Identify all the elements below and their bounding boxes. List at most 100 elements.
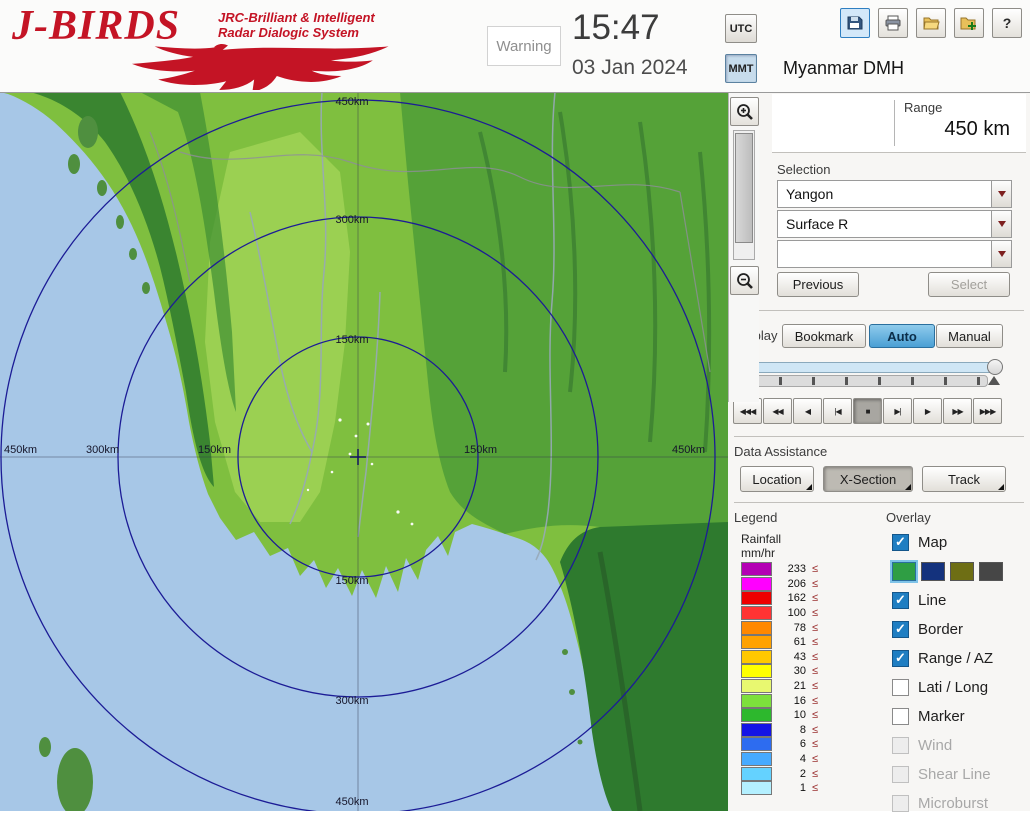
overlay-item-map[interactable]: Map <box>892 528 1028 557</box>
svg-text:?: ? <box>1003 15 1012 31</box>
zoom-in-button[interactable] <box>730 97 759 126</box>
open-folder-button[interactable] <box>916 8 946 38</box>
track-button[interactable]: Track <box>922 466 1006 492</box>
checkbox <box>892 766 909 783</box>
product-dropdown[interactable]: Surface R <box>777 210 1012 238</box>
overlay-item-range-az[interactable]: Range / AZ <box>892 644 1028 673</box>
zoom-out-button[interactable] <box>730 266 759 295</box>
site-dropdown[interactable]: Yangon <box>777 180 1012 208</box>
print-button[interactable] <box>878 8 908 38</box>
svg-text:450km: 450km <box>335 796 368 808</box>
clock-time: 15:47 <box>572 8 660 48</box>
overlay-item-marker[interactable]: Marker <box>892 702 1028 731</box>
map-style-swatch[interactable] <box>979 562 1003 581</box>
step-forward-button[interactable]: ▶| <box>883 398 912 424</box>
save-button[interactable] <box>840 8 870 38</box>
legend-label: Legend <box>734 510 777 525</box>
zoom-strip <box>728 92 759 402</box>
clock-date: 03 Jan 2024 <box>572 56 688 80</box>
checkbox[interactable] <box>892 592 909 609</box>
auto-button[interactable]: Auto <box>869 324 935 348</box>
product-dropdown-arrow[interactable] <box>991 211 1011 237</box>
data-assistance-label: Data Assistance <box>734 444 827 459</box>
extra-dropdown[interactable] <box>777 240 1012 268</box>
checkbox[interactable] <box>892 534 909 551</box>
map-style-swatch[interactable] <box>950 562 974 581</box>
legend-swatch <box>741 781 772 795</box>
overlay-item-label: Microburst <box>918 795 988 812</box>
logo-subtitle-line2: Radar Dialogic System <box>218 25 375 40</box>
legend-row: 2≤ <box>741 766 818 781</box>
svg-text:450km: 450km <box>4 444 37 456</box>
svg-text:450km: 450km <box>672 444 705 456</box>
header-toolbar: ? <box>840 8 1022 38</box>
extra-dropdown-arrow[interactable] <box>991 241 1011 267</box>
mmt-button[interactable]: MMT <box>725 54 757 83</box>
replay-timeline-track[interactable] <box>736 362 1000 373</box>
export-button[interactable] <box>954 8 984 38</box>
zoom-scrollbar-thumb[interactable] <box>735 133 753 243</box>
station-title: Myanmar DMH <box>783 58 904 79</box>
overlay-panel: Map Line Border Range / AZ <box>892 528 1028 818</box>
overlay-item-shear-line: Shear Line <box>892 760 1028 789</box>
legend-swatch <box>741 679 772 693</box>
overlay-item-wind: Wind <box>892 731 1028 760</box>
help-button[interactable]: ? <box>992 8 1022 38</box>
fast-rewind-button[interactable]: ◀◀ <box>763 398 792 424</box>
location-button[interactable]: Location <box>740 466 814 492</box>
step-back-button[interactable]: |◀ <box>823 398 852 424</box>
menu-corner-icon <box>905 484 911 490</box>
radar-map[interactable]: 450km 300km 150km 150km 300km 450km 450k… <box>0 92 728 811</box>
stop-button[interactable]: ■ <box>853 398 882 424</box>
legend-swatch <box>741 621 772 635</box>
manual-button[interactable]: Manual <box>936 324 1003 348</box>
zoom-in-icon <box>735 102 755 122</box>
header-bar: J-BIRDS JRC-Brilliant & Intelligent Rada… <box>0 0 1030 93</box>
map-style-swatch[interactable] <box>892 562 916 581</box>
play-button[interactable]: ▶ <box>913 398 942 424</box>
select-button[interactable]: Select <box>928 272 1010 297</box>
overlay-item-label: Line <box>918 592 946 609</box>
menu-corner-icon <box>998 484 1004 490</box>
legend-row: 6≤ <box>741 737 818 752</box>
skip-to-end-button[interactable]: ▶▶▶ <box>973 398 1002 424</box>
zoom-scrollbar[interactable] <box>733 130 755 260</box>
checkbox[interactable] <box>892 650 909 667</box>
overlay-item-lati-long[interactable]: Lati / Long <box>892 673 1028 702</box>
legend-row: 1≤ <box>741 781 818 796</box>
checkbox[interactable] <box>892 679 909 696</box>
overlay-item-border[interactable]: Border <box>892 615 1028 644</box>
previous-button[interactable]: Previous <box>777 272 859 297</box>
checkbox[interactable] <box>892 708 909 725</box>
overlay-item-label: Border <box>918 621 963 638</box>
legend-swatch <box>741 591 772 605</box>
legend-row: 100≤ <box>741 606 818 621</box>
utc-button[interactable]: UTC <box>725 14 757 43</box>
x-section-button[interactable]: X-Section <box>823 466 913 492</box>
overlay-label: Overlay <box>886 510 931 525</box>
range-label: Range <box>904 100 942 115</box>
timeline-end-marker[interactable] <box>988 376 1000 385</box>
checkbox[interactable] <box>892 621 909 638</box>
bookmark-button[interactable]: Bookmark <box>782 324 866 348</box>
legend-swatch <box>741 664 772 678</box>
svg-text:150km: 150km <box>198 444 231 456</box>
svg-text:150km: 150km <box>335 575 368 587</box>
eastern-plateau <box>400 92 728 534</box>
overlay-item-line[interactable]: Line <box>892 586 1028 615</box>
map-style-swatches <box>892 557 1028 586</box>
fast-forward-button[interactable]: ▶▶ <box>943 398 972 424</box>
site-dropdown-arrow[interactable] <box>991 181 1011 207</box>
print-icon <box>884 14 902 32</box>
divider <box>734 436 1024 437</box>
range-divider <box>894 100 895 146</box>
replay-timeline-thumb[interactable] <box>987 359 1003 375</box>
zoom-out-icon <box>735 271 755 291</box>
map-style-swatch[interactable] <box>921 562 945 581</box>
play-reverse-button[interactable]: ◀ <box>793 398 822 424</box>
overlay-item-label: Shear Line <box>918 766 991 783</box>
location-button-label: Location <box>752 472 801 487</box>
svg-text:300km: 300km <box>86 444 119 456</box>
legend-swatch <box>741 752 772 766</box>
warning-button[interactable]: Warning <box>487 26 561 66</box>
